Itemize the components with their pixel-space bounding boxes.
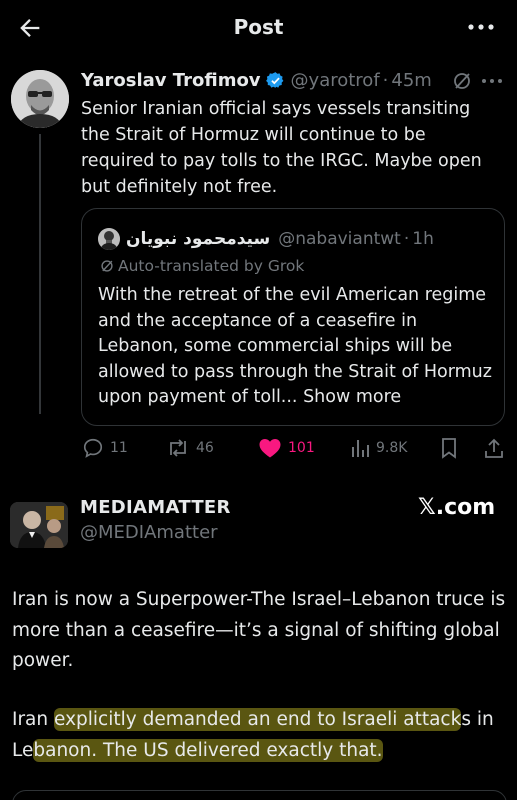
tweet-more-icon[interactable] — [481, 77, 503, 85]
top-bar: Post — [0, 0, 517, 56]
repost-count: 46 — [196, 440, 214, 456]
card-paragraph-2: Iran explicitly demanded an end to Israe… — [12, 705, 507, 766]
like-button[interactable]: 101 — [258, 434, 315, 462]
action-bar: 11 46 101 9.8K — [80, 434, 505, 462]
highlighted-text: banon. The US delivered exactly that. — [33, 738, 383, 762]
reply-button[interactable]: 11 — [82, 434, 128, 462]
quoted-tweet-body: With the retreat of the evil American re… — [98, 285, 492, 408]
grok-icon — [101, 260, 113, 272]
views-icon — [352, 440, 369, 457]
quoted-avatar[interactable] — [98, 228, 120, 250]
auto-translated-label: Auto-translated by Grok — [100, 257, 304, 275]
bookmark-icon — [442, 438, 456, 459]
x-com-logo: 𝕏.com — [418, 495, 496, 520]
quoted-post-time: 1h — [412, 229, 434, 249]
avatar-image — [11, 70, 69, 128]
views-button[interactable]: 9.8K — [350, 434, 407, 462]
bookmark-button[interactable] — [440, 434, 458, 462]
ellipsis-icon[interactable] — [467, 22, 495, 32]
avatar[interactable] — [11, 70, 69, 128]
tweet-text: Senior Iranian official says vessels tra… — [81, 99, 482, 197]
card-paragraph-1: Iran is now a Superpower-The Israel–Leba… — [12, 589, 506, 671]
reply-count: 11 — [110, 440, 128, 456]
quoted-author-handle[interactable]: @nabaviantwt — [278, 229, 401, 249]
share-icon — [485, 438, 503, 458]
reply-icon — [83, 438, 103, 458]
highlighted-text: explicitly demanded an end to Israeli at… — [54, 708, 462, 731]
author-handle[interactable]: @yarotrof — [291, 70, 380, 91]
card-avatar-image — [10, 502, 68, 548]
share-button[interactable] — [484, 434, 504, 462]
quoted-tweet-header: سیدمحمود نبویان @nabaviantwt · 1h — [98, 227, 434, 251]
thread-line — [39, 134, 41, 414]
auto-translated-text: Auto-translated by Grok — [118, 257, 305, 275]
page-title: Post — [233, 15, 284, 39]
views-count: 9.8K — [376, 440, 408, 456]
repost-button[interactable]: 46 — [166, 434, 214, 462]
quoted-tweet-text: With the retreat of the evil American re… — [98, 283, 498, 411]
card-author-handle: @MEDIAmatter — [80, 522, 218, 543]
author-name[interactable]: Yaroslav Trofimov — [81, 70, 261, 91]
tweet-header: Yaroslav Trofimov @yarotrof · 45m — [81, 68, 432, 92]
show-more-link[interactable]: Show more — [303, 387, 401, 407]
card-author-name: MEDIAMATTER — [80, 497, 231, 518]
heart-icon — [259, 439, 281, 458]
grok-icon[interactable] — [452, 71, 472, 91]
quoted-avatar-image — [98, 228, 120, 250]
quoted-author-name[interactable]: سیدمحمود نبویان — [126, 229, 270, 249]
separator-dot: · — [403, 229, 410, 249]
like-count: 101 — [288, 440, 315, 456]
post-time[interactable]: 45m — [391, 70, 431, 91]
next-card-edge — [12, 790, 507, 800]
card-avatar — [10, 502, 68, 548]
separator-dot: · — [382, 69, 389, 91]
verified-badge-icon — [265, 71, 283, 88]
quoted-tweet[interactable]: سیدمحمود نبویان @nabaviantwt · 1h Auto-t… — [81, 208, 505, 426]
repost-icon — [170, 439, 186, 457]
card-text-plain: Iran — [12, 709, 55, 730]
